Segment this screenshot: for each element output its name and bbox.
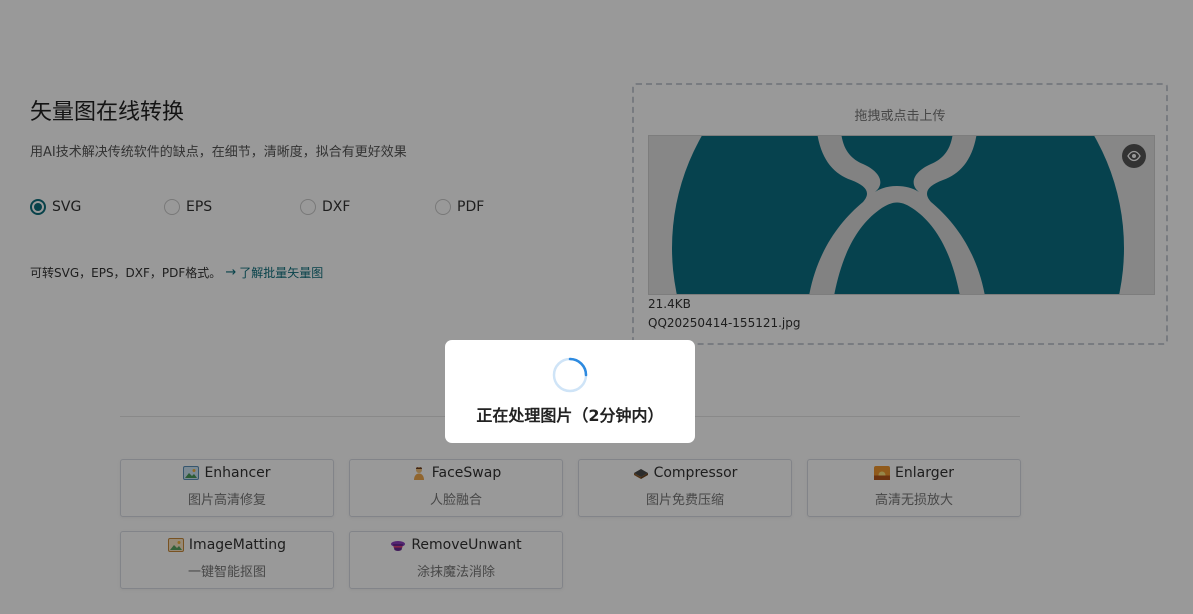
processing-text: 正在处理图片（2分钟内） [476,406,664,425]
loading-spinner-icon [552,357,588,393]
modal-overlay [0,0,1193,614]
processing-dialog: 正在处理图片（2分钟内） [445,340,695,443]
